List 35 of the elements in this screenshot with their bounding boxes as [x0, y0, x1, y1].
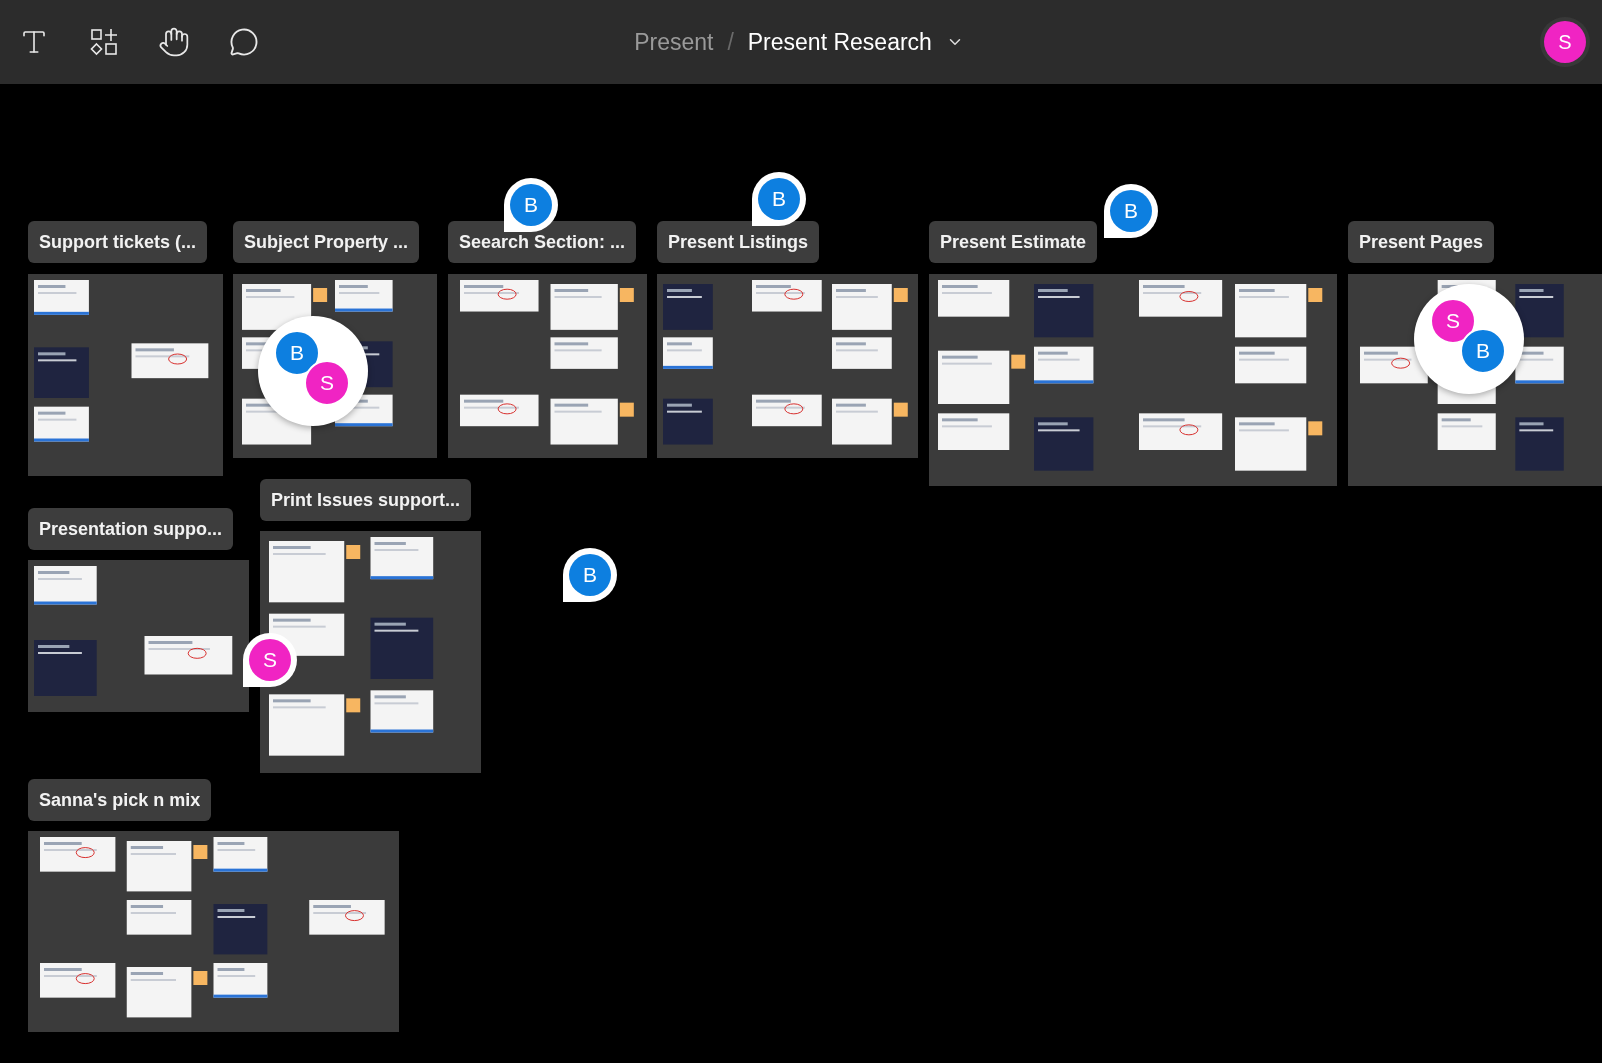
section-label[interactable]: Present Listings [657, 221, 820, 263]
section-label[interactable]: Presentation suppo... [28, 508, 234, 550]
section-label[interactable]: Present Estimate [929, 221, 1098, 263]
section-frame[interactable] [448, 274, 647, 458]
comment-pin[interactable]: B [504, 178, 558, 232]
file-title-menu[interactable]: Present Research [747, 28, 964, 56]
commenter-avatar: S [249, 639, 291, 681]
section-frame[interactable] [657, 274, 918, 458]
commenter-avatar: S [304, 360, 350, 406]
section-frame[interactable] [260, 531, 481, 773]
commenter-avatar: B [1110, 190, 1152, 232]
commenter-avatar: B [510, 184, 552, 226]
section-frame[interactable] [28, 831, 399, 1032]
comment-pin[interactable]: B [752, 172, 806, 226]
comment-tool-icon [229, 27, 259, 57]
commenter-avatar: B [758, 178, 800, 220]
section-label[interactable]: Present Pages [1348, 221, 1495, 263]
commenter-avatar: B [569, 554, 611, 596]
hand-tool-icon [158, 26, 190, 58]
commenter-avatar: B [274, 330, 320, 376]
section-frame[interactable] [28, 560, 249, 712]
section-label[interactable]: Sanna's pick n mix [28, 779, 212, 821]
breadcrumb-separator: / [727, 28, 734, 56]
shapes-tool-icon [89, 27, 119, 57]
section-label[interactable]: Print Issues support... [260, 479, 472, 521]
comment-pin[interactable]: B [563, 548, 617, 602]
section-label[interactable]: Subject Property ... [233, 221, 420, 263]
section-frame[interactable] [28, 274, 223, 476]
section-label[interactable]: Support tickets (... [28, 221, 208, 263]
breadcrumb-parent[interactable]: Present [634, 28, 714, 56]
commenter-avatar: B [1460, 328, 1506, 374]
commenter-avatar: S [1430, 298, 1476, 344]
section-label[interactable]: Seearch Section: ... [448, 221, 637, 263]
section-frame[interactable] [929, 274, 1337, 486]
comment-pin[interactable]: B [1104, 184, 1158, 238]
